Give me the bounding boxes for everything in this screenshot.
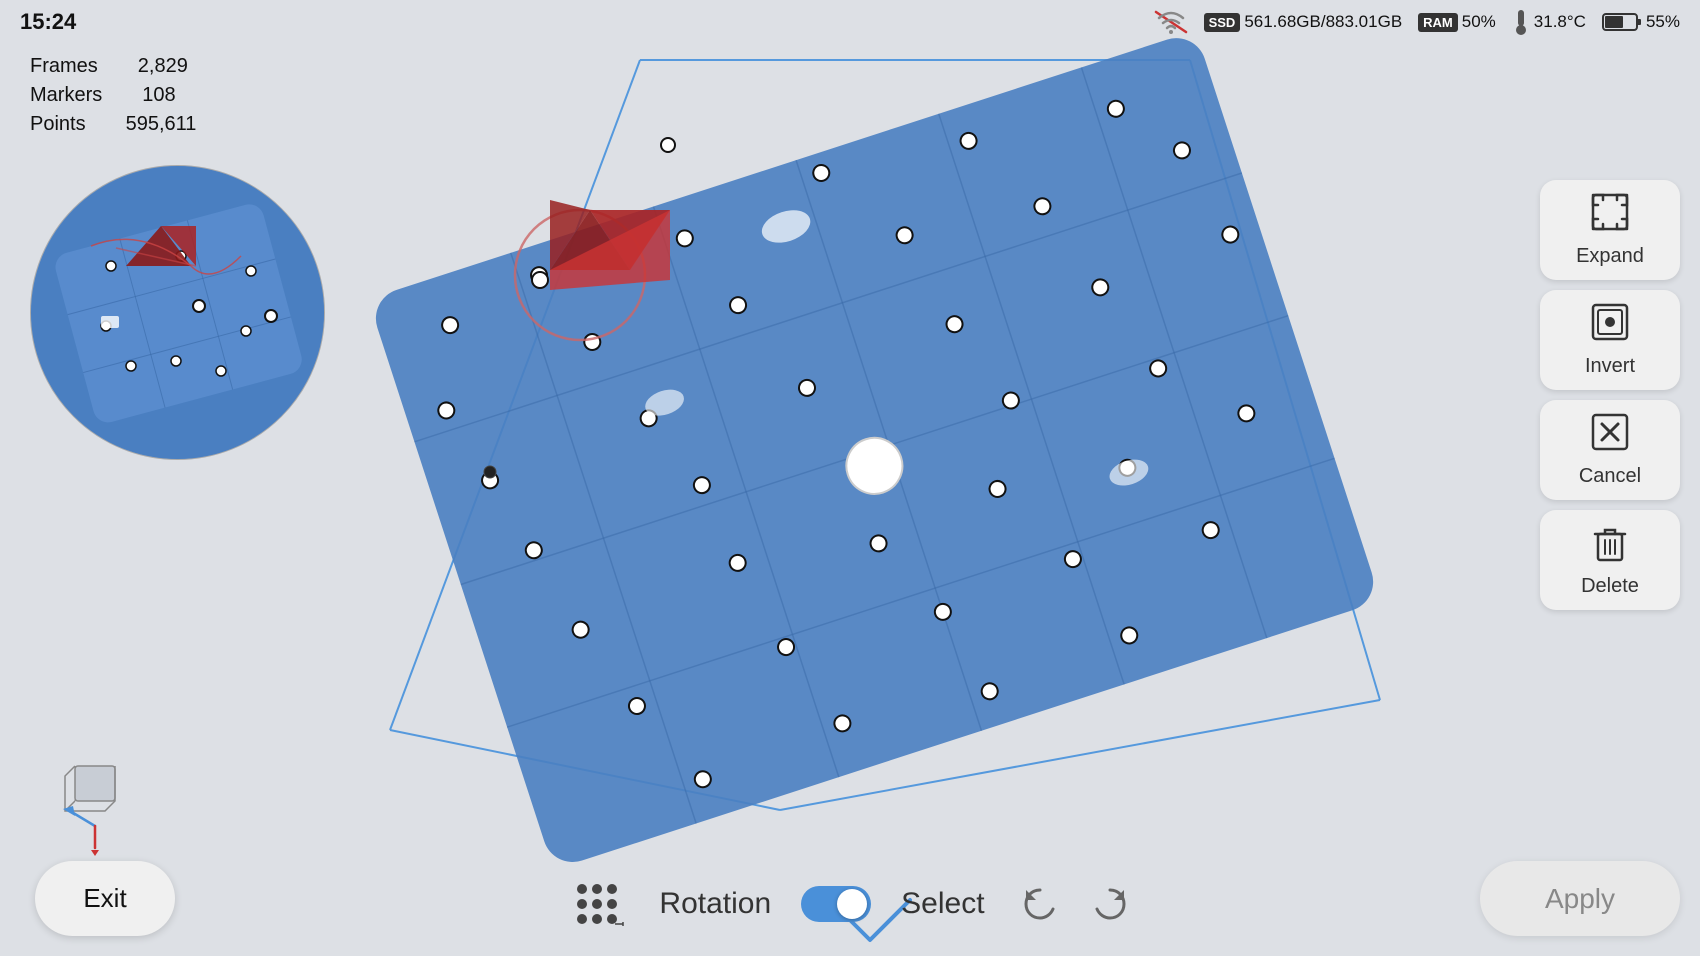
frames-row: Frames 2,829	[30, 55, 196, 78]
markers-value: 108	[142, 84, 175, 107]
markers-row: Markers 108	[30, 84, 196, 107]
battery-value: 55%	[1646, 12, 1680, 32]
points-label: Points	[30, 113, 86, 136]
ram-value: 50%	[1462, 12, 1496, 32]
dots-svg-icon	[567, 874, 627, 934]
expand-label: Expand	[1576, 245, 1644, 268]
points-value: 595,611	[126, 113, 197, 136]
status-icons: SSD 561.68GB/883.01GB RAM 50% 31.8°C 55%	[1154, 8, 1680, 36]
temp-value: 31.8°C	[1534, 12, 1586, 32]
invert-svg-icon	[1590, 302, 1630, 342]
invert-button[interactable]: Invert	[1540, 290, 1680, 390]
scene-svg	[0, 0, 1700, 956]
delete-button[interactable]: Delete	[1540, 510, 1680, 610]
delete-label: Delete	[1581, 575, 1639, 598]
cancel-button[interactable]: Cancel	[1540, 400, 1680, 500]
undo-icon	[1018, 882, 1062, 926]
temp-group: 31.8°C	[1512, 8, 1586, 36]
bottom-toolbar: Rotation Select	[0, 872, 1700, 936]
expand-button[interactable]: Expand	[1540, 180, 1680, 280]
expand-icon	[1590, 192, 1630, 239]
rotation-label: Rotation	[659, 887, 771, 921]
ssd-badge: SSD	[1204, 13, 1241, 32]
frames-label: Frames	[30, 55, 98, 78]
dots-grid-icon[interactable]	[565, 872, 629, 936]
invert-label: Invert	[1585, 355, 1635, 378]
status-time: 15:24	[20, 9, 76, 35]
select-label: Select	[901, 887, 984, 921]
mini-preview-svg	[31, 166, 325, 460]
battery-group: 55%	[1602, 11, 1680, 33]
ssd-value: 561.68GB/883.01GB	[1244, 12, 1402, 32]
cancel-icon	[1590, 412, 1630, 459]
frames-value: 2,829	[138, 55, 188, 78]
redo-icon	[1088, 882, 1132, 926]
cancel-label: Cancel	[1579, 465, 1641, 488]
mini-preview	[30, 165, 325, 460]
right-panel: Expand Invert Cancel	[1540, 180, 1680, 610]
apply-button[interactable]: Apply	[1480, 861, 1680, 936]
wifi-off-icon	[1154, 10, 1188, 34]
ram-badge: RAM	[1418, 13, 1458, 32]
invert-icon	[1590, 302, 1630, 349]
status-bar: 15:24 SSD 561.68GB/883.01GB RAM 50%	[0, 0, 1700, 44]
rotation-select-toggle[interactable]	[801, 886, 871, 922]
ram-group: RAM 50%	[1418, 12, 1496, 32]
info-panel: Frames 2,829 Markers 108 Points 595,611	[30, 55, 196, 142]
main-viewport[interactable]	[0, 0, 1700, 956]
thermometer-icon	[1512, 8, 1530, 36]
cancel-svg-icon	[1590, 412, 1630, 452]
toggle-knob	[837, 889, 867, 919]
expand-svg-icon	[1590, 192, 1630, 232]
redo-button[interactable]	[1085, 879, 1135, 929]
wifi-status	[1154, 10, 1188, 34]
nav-widget-svg	[55, 756, 135, 856]
delete-icon	[1590, 522, 1630, 569]
undo-button[interactable]	[1015, 879, 1065, 929]
delete-svg-icon	[1590, 522, 1630, 562]
undo-redo-controls	[1015, 879, 1135, 929]
battery-icon	[1602, 11, 1642, 33]
nav-widget	[55, 756, 135, 856]
toggle-container	[801, 886, 871, 922]
ssd-group: SSD 561.68GB/883.01GB	[1204, 12, 1403, 32]
markers-label: Markers	[30, 84, 102, 107]
points-row: Points 595,611	[30, 113, 196, 136]
